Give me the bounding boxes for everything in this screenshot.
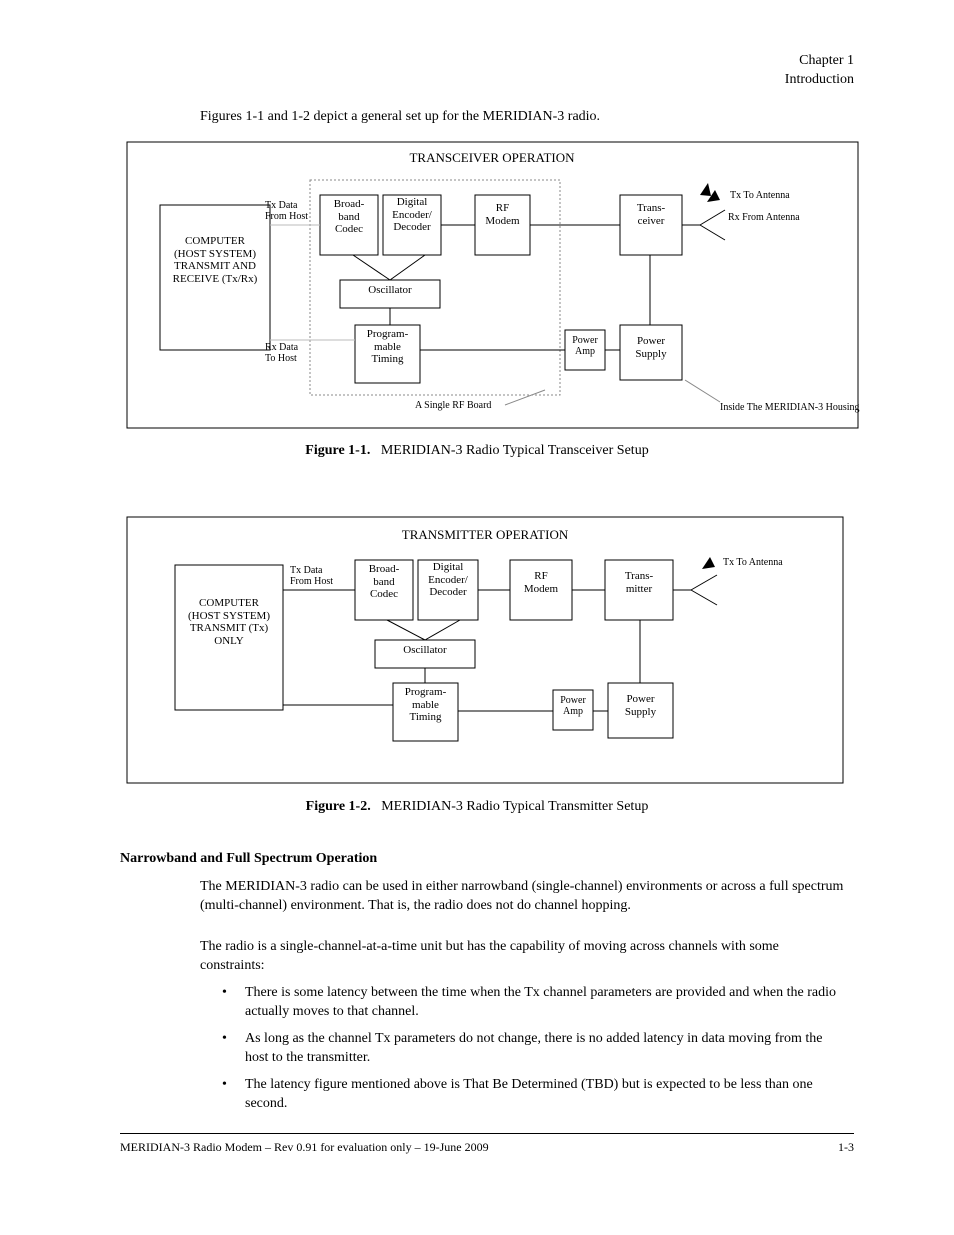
runhead-title: Introduction xyxy=(785,72,854,87)
fig5-caption: Figure 1-1. MERIDIAN-3 Radio Typical Tra… xyxy=(0,442,954,461)
fig5-txdata: Tx Data From Host xyxy=(265,200,325,222)
fig5-title: TRANSCEIVER OPERATION xyxy=(409,150,575,165)
fig6-caption: Figure 1-2. MERIDIAN-3 Radio Typical Tra… xyxy=(0,798,954,817)
fig5-in-housing: Inside The MERIDIAN-3 Housing xyxy=(720,402,860,413)
fig5-enc: Digital Encoder/ Decoder xyxy=(383,196,441,234)
fig6-osc: Oscillator xyxy=(375,644,475,657)
runhead-chapter: Chapter 1 xyxy=(799,53,854,68)
fig5-single-rf: A Single RF Board xyxy=(415,400,491,411)
fig5-txant: Tx To Antenna xyxy=(730,190,790,201)
fig6-bbc: Broad- band Codec xyxy=(355,563,413,601)
fig6-trx: Trans- mitter xyxy=(605,570,673,595)
fig5-rxant: Rx From Antenna xyxy=(728,212,800,223)
fig5-bbc: Broad- band Codec xyxy=(320,198,378,236)
fig6-prog: Program- mable Timing xyxy=(393,686,458,724)
page-footer: MERIDIAN-3 Radio Modem – Rev 0.91 for ev… xyxy=(120,1133,854,1155)
fig5-ps: Power Supply xyxy=(620,335,682,360)
fig6-title: TRANSMITTER OPERATION xyxy=(402,527,569,542)
bullet-2-dot: • xyxy=(222,1030,227,1049)
narrow-p2: The radio is a single-channel-at-a-time … xyxy=(200,938,844,976)
fig5-prog: Program- mable Timing xyxy=(355,328,420,366)
fig5-trx: Trans- ceiver xyxy=(620,202,682,227)
bullet-3-dot: • xyxy=(222,1076,227,1095)
bullet-1-dot: • xyxy=(222,984,227,1003)
footer-right: 1-3 xyxy=(838,1140,854,1155)
figure-transceiver: TRANSCEIVER OPERATION COMPUTER (HOST SYS… xyxy=(125,140,860,430)
bullet-1: There is some latency between the time w… xyxy=(245,984,844,1022)
fig5-host: COMPUTER (HOST SYSTEM) TRANSMIT AND RECE… xyxy=(160,235,270,286)
footer-left: MERIDIAN-3 Radio Modem – Rev 0.91 for ev… xyxy=(120,1140,489,1155)
fig5-amp: Power Amp xyxy=(565,335,605,357)
fig6-txant: Tx To Antenna xyxy=(723,557,783,568)
intro-text: Figures 1-1 and 1-2 depict a general set… xyxy=(200,108,844,127)
narrowband-heading: Narrowband and Full Spectrum Operation xyxy=(120,850,377,869)
page: Chapter 1 Introduction Figures 1-1 and 1… xyxy=(0,0,954,1235)
fig6-enc: Digital Encoder/ Decoder xyxy=(418,561,478,599)
narrow-p1: The MERIDIAN-3 radio can be used in eith… xyxy=(200,878,844,916)
fig5-rxdata: Rx Data To Host xyxy=(265,342,325,364)
fig6-ps: Power Supply xyxy=(608,693,673,718)
fig6-svg: TRANSMITTER OPERATION COMPUTER (HOST SYS… xyxy=(125,515,845,785)
bullet-3: The latency figure mentioned above is Th… xyxy=(245,1076,844,1114)
bullet-2: As long as the channel Tx parameters do … xyxy=(245,1030,844,1068)
fig6-txdata: Tx Data From Host xyxy=(290,565,350,587)
fig5-rf: RF Modem xyxy=(475,202,530,227)
fig6-rf: RF Modem xyxy=(510,570,572,595)
figure-transmitter: TRANSMITTER OPERATION COMPUTER (HOST SYS… xyxy=(125,515,845,785)
fig6-amp: Power Amp xyxy=(553,695,593,717)
fig5-svg: TRANSCEIVER OPERATION COMPUTER (HOST SYS… xyxy=(125,140,860,430)
fig5-osc: Oscillator xyxy=(340,284,440,297)
fig6-host: COMPUTER (HOST SYSTEM) TRANSMIT (Tx) ONL… xyxy=(175,597,283,648)
